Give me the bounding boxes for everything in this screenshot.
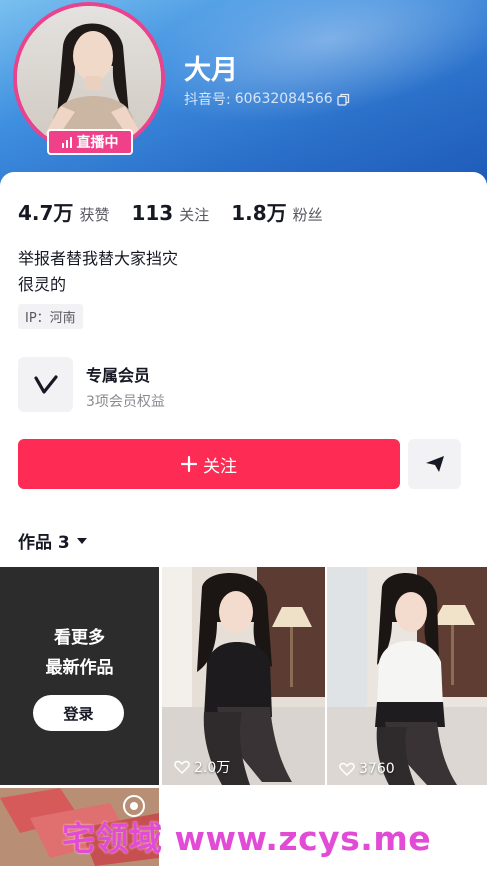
plus-icon	[181, 456, 197, 472]
copy-icon[interactable]	[337, 93, 350, 106]
video-thumbnail[interactable]: 3760	[327, 567, 487, 785]
douyin-id[interactable]: 抖音号: 60632084566	[184, 89, 350, 109]
live-bars-icon	[61, 136, 72, 148]
bio-line-2: 很灵的	[18, 275, 67, 294]
login-prompt-text: 看更多 最新作品	[45, 628, 114, 678]
login-prompt-cell: 看更多 最新作品 登录	[0, 567, 159, 785]
caret-down-icon	[76, 537, 87, 544]
douyin-id-value: 60632084566	[234, 91, 333, 107]
profile-name: 大月	[184, 55, 238, 86]
thumbnail-image	[327, 567, 487, 785]
followers-count[interactable]: 1.8万	[231, 197, 286, 226]
membership-subtitle: 3项会员权益	[86, 394, 165, 410]
like-count: 3760	[339, 761, 395, 777]
heart-icon	[174, 760, 190, 774]
douyin-id-label: 抖音号:	[184, 92, 231, 108]
thumbnail-image	[162, 567, 325, 785]
like-count: 2.0万	[174, 757, 230, 777]
membership-icon[interactable]	[18, 357, 73, 412]
membership-title[interactable]: 专属会员	[86, 362, 150, 386]
stats-row: 4.7万 获赞 113 关注 1.8万 粉丝	[18, 197, 345, 226]
likes-count[interactable]: 4.7万	[18, 197, 73, 226]
works-tab-label: 作品 3	[18, 533, 70, 553]
bio: 举报者替我替大家挡灾 很灵的	[18, 246, 178, 298]
send-icon	[425, 456, 444, 472]
watermark: 宅领域 www.zcys.me	[62, 819, 432, 858]
followers-label: 粉丝	[292, 206, 323, 224]
tab-works[interactable]: 作品 3	[18, 528, 88, 553]
share-button[interactable]	[408, 439, 461, 489]
following-count[interactable]: 113	[131, 201, 173, 225]
live-badge[interactable]: 直播中	[47, 129, 133, 155]
bio-line-1: 举报者替我替大家挡灾	[18, 249, 179, 268]
v-logo-icon	[33, 374, 58, 394]
follow-button[interactable]: 关注	[18, 439, 400, 489]
ip-location-tag: IP：河南	[18, 304, 83, 329]
video-thumbnail[interactable]: 2.0万	[162, 567, 325, 785]
heart-icon	[339, 762, 355, 776]
likes-label: 获赞	[79, 206, 110, 224]
follow-label: 关注	[203, 456, 237, 477]
login-button[interactable]: 登录	[33, 695, 124, 731]
following-label: 关注	[179, 206, 210, 224]
